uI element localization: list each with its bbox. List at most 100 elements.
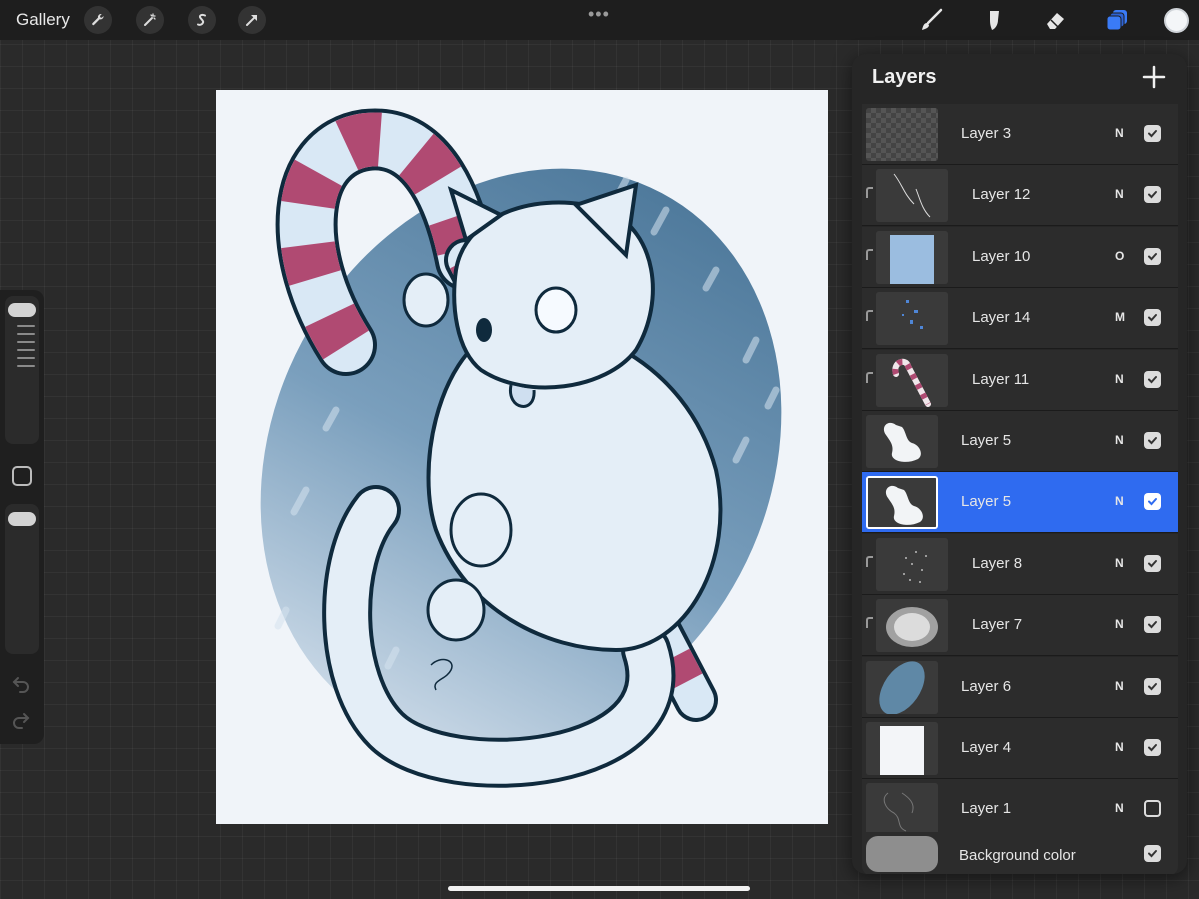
clipping-mask-icon	[866, 555, 873, 567]
layer-row[interactable]: Layer 14 M	[862, 288, 1178, 350]
layer-name: Layer 4	[961, 739, 1012, 756]
blend-mode-button[interactable]: N	[1115, 556, 1124, 570]
size-tick	[17, 365, 35, 367]
layer-name: Layer 1	[961, 800, 1012, 818]
artwork-illustration	[260, 108, 782, 788]
undo-icon[interactable]	[10, 672, 34, 696]
add-layer-icon[interactable]	[1141, 64, 1167, 90]
layer-thumbnail[interactable]	[866, 783, 938, 837]
opacity-thumb[interactable]	[8, 512, 36, 527]
layer-row[interactable]: Layer 11 N	[862, 349, 1178, 411]
layer-visibility-checkbox[interactable]	[1144, 616, 1161, 634]
background-color-swatch[interactable]	[866, 836, 938, 872]
size-tick	[17, 325, 35, 327]
eraser-icon[interactable]	[1041, 6, 1069, 34]
redo-icon[interactable]	[10, 708, 34, 732]
menu-dots-icon[interactable]: •••	[588, 4, 610, 25]
blend-mode-button[interactable]: N	[1115, 433, 1124, 447]
modify-button[interactable]	[12, 466, 32, 486]
blend-mode-button[interactable]: N	[1115, 801, 1124, 815]
layers-title: Layers	[872, 66, 937, 88]
layer-name: Layer 12	[972, 186, 1031, 204]
brush-size-slider[interactable]	[5, 296, 39, 444]
layer-row[interactable]: Layer 6 N	[862, 656, 1178, 718]
layer-visibility-checkbox[interactable]	[1144, 247, 1161, 265]
layer-visibility-checkbox[interactable]	[1144, 370, 1161, 388]
layer-row[interactable]: Layer 7 N	[862, 595, 1178, 657]
layer-row[interactable]: Layer 10 O	[862, 226, 1178, 288]
layer-name: Layer 5	[961, 493, 1012, 511]
background-visibility-checkbox[interactable]	[1144, 845, 1161, 862]
blend-mode-button[interactable]: N	[1115, 740, 1124, 754]
blend-mode-button[interactable]: N	[1115, 126, 1124, 140]
brush-icon[interactable]	[918, 6, 946, 34]
layer-row[interactable]: Layer 4 N	[862, 718, 1178, 779]
layer-visibility-checkbox[interactable]	[1144, 309, 1161, 327]
magic-wand-icon[interactable]	[136, 6, 164, 34]
layer-row[interactable]: Layer 3 N	[862, 104, 1178, 165]
layer-thumbnail[interactable]	[866, 108, 938, 161]
clipping-mask-icon	[866, 187, 873, 199]
layer-thumbnail[interactable]	[876, 230, 948, 284]
layer-visibility-checkbox[interactable]	[1144, 800, 1161, 818]
blend-mode-button[interactable]: O	[1115, 249, 1124, 263]
clipping-mask-icon	[866, 617, 873, 629]
layer-name: Layer 3	[961, 125, 1012, 142]
layer-thumbnail[interactable]	[866, 660, 938, 714]
layer-name: Layer 14	[972, 309, 1031, 327]
wrench-icon[interactable]	[84, 6, 112, 34]
layer-row[interactable]: Layer 8 N	[862, 533, 1178, 595]
background-color-label: Background color	[959, 847, 1076, 864]
blend-mode-button[interactable]: N	[1115, 187, 1124, 201]
layer-row[interactable]: Layer 12 N	[862, 165, 1178, 227]
top-toolbar: Gallery •••	[0, 0, 1199, 40]
layer-name: Layer 8	[972, 554, 1023, 572]
blend-mode-button[interactable]: N	[1115, 617, 1124, 631]
layer-visibility-checkbox[interactable]	[1144, 554, 1161, 572]
size-tick	[17, 333, 35, 335]
clipping-mask-icon	[866, 310, 873, 322]
layer-visibility-checkbox[interactable]	[1144, 125, 1161, 142]
clipping-mask-icon	[866, 371, 873, 383]
color-picker-button[interactable]	[1164, 8, 1189, 33]
canvas-artwork[interactable]	[216, 90, 828, 824]
layer-visibility-checkbox[interactable]	[1144, 677, 1161, 695]
home-indicator	[448, 886, 750, 891]
layer-row[interactable]: Layer 5 N	[862, 411, 1178, 472]
size-tick	[17, 349, 35, 351]
layer-row[interactable]: Layer 5 N	[862, 472, 1178, 534]
blend-mode-button[interactable]: N	[1115, 372, 1124, 386]
layers-panel: Layers Layer 3 N Layer 12 N Layer 10 O Layer 1…	[852, 54, 1187, 874]
layer-thumbnail[interactable]	[876, 169, 948, 223]
layer-visibility-checkbox[interactable]	[1144, 186, 1161, 204]
background-color-row[interactable]: Background color	[862, 832, 1178, 874]
layer-thumbnail[interactable]	[876, 537, 948, 591]
transform-arrow-icon[interactable]	[238, 6, 266, 34]
layer-visibility-checkbox[interactable]	[1144, 739, 1161, 756]
layers-icon[interactable]	[1103, 6, 1131, 34]
layer-name: Layer 11	[972, 370, 1030, 388]
size-tick	[17, 341, 35, 343]
smudge-icon[interactable]	[980, 6, 1008, 34]
layer-thumbnail[interactable]	[866, 415, 938, 468]
layer-name: Layer 7	[972, 616, 1023, 634]
layer-name: Layer 6	[961, 677, 1012, 695]
layer-name: Layer 10	[972, 247, 1031, 265]
opacity-slider[interactable]	[5, 504, 39, 654]
blend-mode-button[interactable]: N	[1115, 679, 1124, 693]
layer-visibility-checkbox[interactable]	[1144, 432, 1161, 449]
gallery-button[interactable]: Gallery	[16, 10, 70, 30]
layer-name: Layer 5	[961, 432, 1012, 449]
selection-icon[interactable]	[188, 6, 216, 34]
layer-thumbnail[interactable]	[876, 599, 948, 653]
layers-panel-header: Layers	[852, 54, 1187, 104]
layer-thumbnail[interactable]	[866, 722, 938, 775]
blend-mode-button[interactable]: N	[1115, 494, 1124, 508]
layer-thumbnail[interactable]	[876, 353, 948, 407]
layer-visibility-checkbox[interactable]	[1144, 493, 1161, 511]
layer-thumbnail[interactable]	[876, 292, 948, 346]
blend-mode-button[interactable]: M	[1115, 310, 1125, 324]
brush-size-thumb[interactable]	[8, 302, 36, 317]
layer-thumbnail[interactable]	[866, 476, 938, 530]
left-sidebar	[0, 290, 44, 744]
